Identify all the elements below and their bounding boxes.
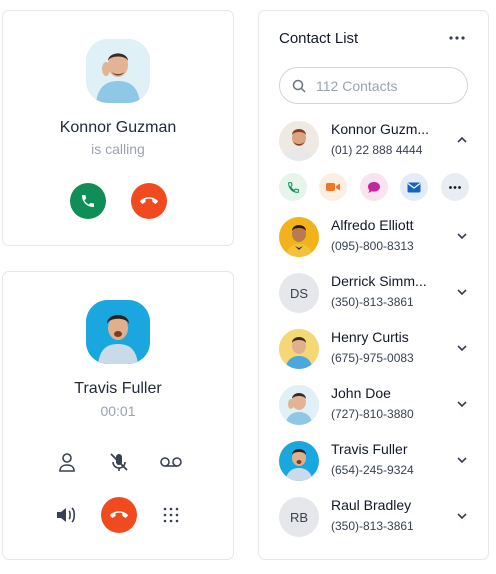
contact-name: Alfredo Elliott: [331, 217, 414, 233]
active-caller-name: Travis Fuller: [74, 380, 162, 397]
search-icon: [292, 79, 306, 93]
accept-call-button[interactable]: [70, 183, 106, 219]
contact-phone: (350)-813-3861: [331, 295, 414, 309]
voicemail-icon: [160, 457, 182, 467]
contact-name: Derrick Simm...: [331, 273, 427, 289]
more-action-button[interactable]: [441, 173, 469, 201]
contact-name: Raul Bradley: [331, 497, 412, 513]
contact-row-konnor-guzman[interactable]: Konnor Guzm... (01) 22 888 4444: [279, 117, 469, 165]
volume-icon: [57, 507, 76, 523]
contact-avatar: [279, 329, 319, 369]
contact-avatar-initials: RB: [279, 497, 319, 537]
chat-icon: [368, 181, 380, 193]
active-caller-avatar: [86, 300, 150, 364]
contact-phone: (727)-810-3880: [331, 407, 414, 421]
call-action-button[interactable]: [279, 173, 307, 201]
video-icon: [326, 183, 340, 191]
search-placeholder: 112 Contacts: [316, 77, 398, 94]
decline-call-button[interactable]: [131, 183, 167, 219]
keypad-button[interactable]: [158, 502, 184, 528]
caller-name: Konnor Guzman: [59, 119, 177, 136]
contact-list-card: Contact List 112 Contacts Konnor Guzm...…: [258, 10, 489, 560]
contact-name: Henry Curtis: [331, 329, 409, 345]
chevron-down-icon[interactable]: [455, 341, 469, 355]
hangup-icon: [140, 197, 158, 204]
phone-icon: [82, 195, 94, 207]
chevron-down-icon[interactable]: [455, 285, 469, 299]
contact-phone: (01) 22 888 4444: [331, 143, 423, 157]
more-icon: [449, 185, 461, 189]
mail-action-button[interactable]: [400, 173, 428, 201]
call-duration: 00:01: [100, 403, 136, 419]
contact-quick-actions: [279, 173, 469, 201]
contact-name: John Doe: [331, 385, 391, 401]
chevron-down-icon[interactable]: [455, 509, 469, 523]
contact-button[interactable]: [54, 449, 80, 475]
contact-phone: (095)-800-8313: [331, 239, 414, 253]
contact-list-title: Contact List: [279, 30, 359, 47]
chevron-down-icon[interactable]: [455, 397, 469, 411]
contact-row-raul-bradley[interactable]: RB Raul Bradley (350)-813-3861: [279, 493, 469, 541]
hangup-icon: [110, 511, 128, 518]
contact-phone: (350)-813-3861: [331, 519, 414, 533]
incoming-call-card: Konnor Guzman is calling: [2, 10, 234, 246]
call-status: is calling: [91, 141, 145, 157]
contact-row-henry-curtis[interactable]: Henry Curtis (675)-975-0083: [279, 325, 469, 373]
caller-avatar: [86, 39, 150, 103]
contact-avatar: [279, 121, 319, 161]
contact-phone: (675)-975-0083: [331, 351, 414, 365]
contact-row-travis-fuller[interactable]: Travis Fuller (654)-245-9324: [279, 437, 469, 485]
contact-avatar: [279, 385, 319, 425]
active-call-card: Travis Fuller 00:01: [2, 271, 234, 560]
user-icon: [59, 453, 75, 472]
mic-off-icon: [110, 453, 128, 471]
contact-row-alfredo-elliott[interactable]: Alfredo Elliott (095)-800-8313: [279, 213, 469, 261]
contact-avatar: [279, 217, 319, 257]
contact-name: Travis Fuller: [331, 441, 408, 457]
more-horizontal-icon: [449, 36, 465, 40]
contact-search-input[interactable]: 112 Contacts: [279, 67, 468, 104]
keypad-icon: [163, 507, 179, 523]
chat-action-button[interactable]: [360, 173, 388, 201]
contact-avatar-initials: DS: [279, 273, 319, 313]
contact-row-derrick[interactable]: DS Derrick Simm... (350)-813-3861: [279, 269, 469, 317]
chevron-down-icon[interactable]: [455, 229, 469, 243]
phone-icon: [287, 181, 299, 193]
end-call-button[interactable]: [101, 497, 137, 533]
contact-name: Konnor Guzm...: [331, 121, 430, 137]
contact-row-john-doe[interactable]: John Doe (727)-810-3880: [279, 381, 469, 429]
more-options-button[interactable]: [446, 30, 468, 46]
mail-icon: [407, 182, 421, 192]
voicemail-button[interactable]: [158, 449, 184, 475]
contact-avatar: [279, 441, 319, 481]
chevron-up-icon[interactable]: [455, 133, 469, 147]
chevron-down-icon[interactable]: [455, 453, 469, 467]
contact-phone: (654)-245-9324: [331, 463, 414, 477]
mute-button[interactable]: [106, 449, 132, 475]
video-action-button[interactable]: [319, 173, 347, 201]
speaker-button[interactable]: [54, 502, 80, 528]
